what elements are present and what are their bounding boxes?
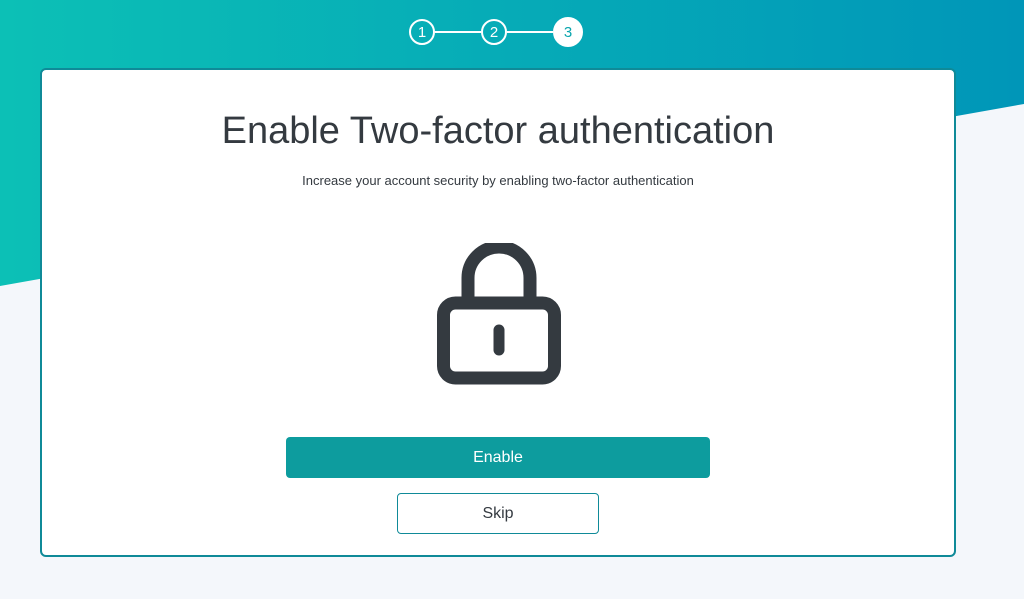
skip-button[interactable]: Skip <box>397 493 599 534</box>
page: 1 2 3 Enable Two-factor authentication I… <box>0 0 1024 599</box>
step-3-current: 3 <box>553 17 583 47</box>
enable-button[interactable]: Enable <box>286 437 710 478</box>
page-subtitle: Increase your account security by enabli… <box>302 173 694 188</box>
step-connector <box>435 31 481 33</box>
step-connector <box>507 31 553 33</box>
two-factor-card: Enable Two-factor authentication Increas… <box>40 68 956 557</box>
step-1[interactable]: 1 <box>409 19 435 45</box>
progress-stepper: 1 2 3 <box>409 17 583 47</box>
lock-icon <box>437 243 561 385</box>
step-2[interactable]: 2 <box>481 19 507 45</box>
page-title: Enable Two-factor authentication <box>221 110 775 152</box>
